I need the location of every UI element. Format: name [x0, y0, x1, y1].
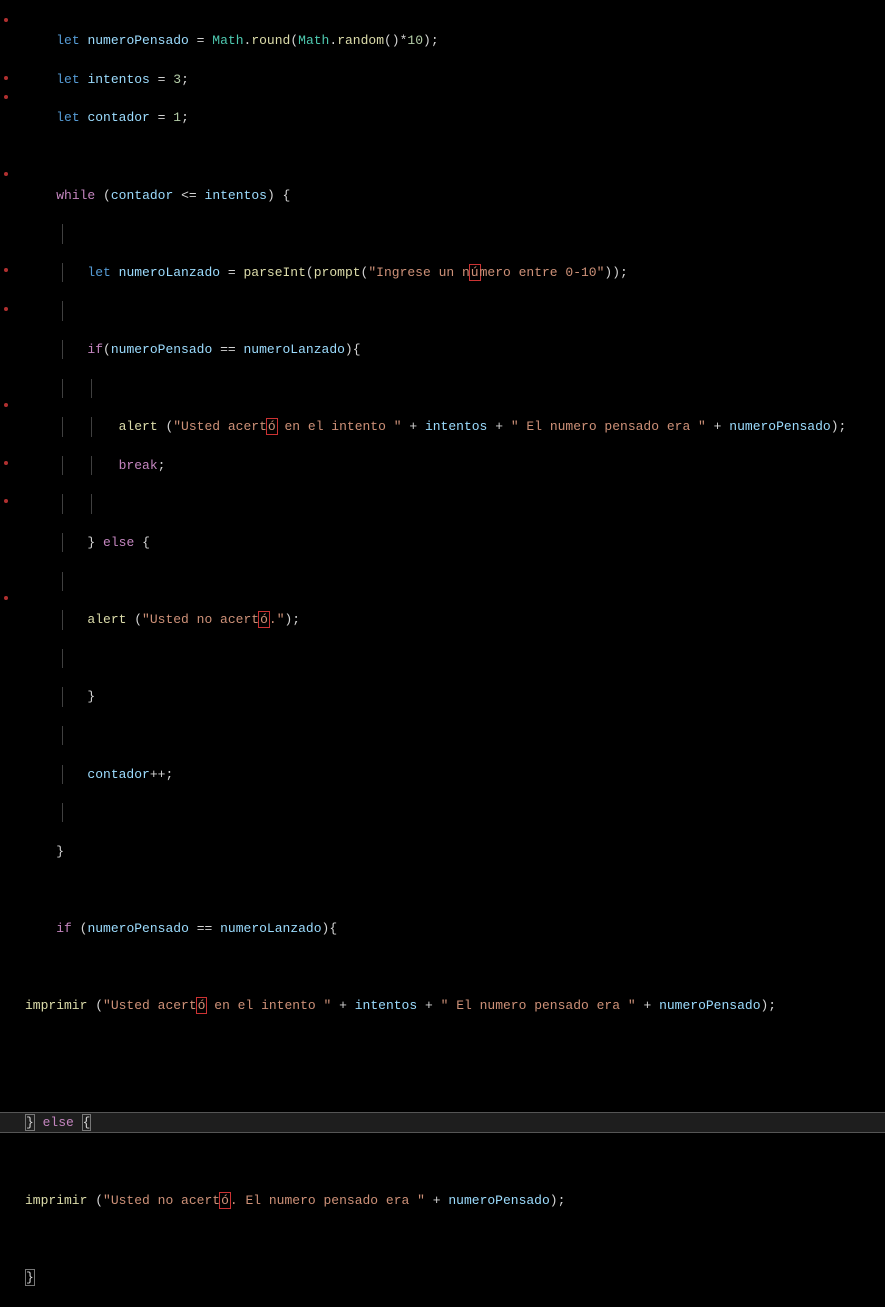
code-line: [25, 726, 885, 745]
code-line: let intentos = 3;: [25, 70, 885, 89]
code-line: alert ("Usted acertó en el intento " + i…: [25, 417, 885, 436]
code-line: let contador = 1;: [25, 108, 885, 127]
code-line: imprimir ("Usted no acertó. El numero pe…: [25, 1191, 885, 1210]
code-line: while (contador <= intentos) {: [25, 186, 885, 205]
code-line: let numeroPensado = Math.round(Math.rand…: [25, 31, 885, 50]
code-line: [25, 147, 885, 166]
current-line[interactable]: } else {: [0, 1112, 885, 1133]
code-line: contador++;: [25, 765, 885, 784]
code-line: } else {: [25, 533, 885, 552]
code-line: }: [25, 687, 885, 706]
code-line: let numeroLanzado = parseInt(prompt("Ing…: [25, 263, 885, 282]
code-line: [25, 224, 885, 243]
code-line: [25, 958, 885, 977]
code-line: [25, 803, 885, 822]
code-line: }: [25, 1268, 885, 1287]
code-line: [25, 1230, 885, 1249]
code-line: [25, 572, 885, 591]
code-line: [25, 1035, 885, 1054]
code-line: [25, 494, 885, 513]
code-line: [25, 379, 885, 398]
code-editor[interactable]: let numeroPensado = Math.round(Math.rand…: [0, 0, 885, 1307]
code-line: if (numeroPensado == numeroLanzado){: [25, 919, 885, 938]
code-line: }: [25, 842, 885, 861]
code-line: imprimir ("Usted acertó en el intento " …: [25, 996, 885, 1015]
code-line: alert ("Usted no acertó.");: [25, 610, 885, 629]
code-line: break;: [25, 456, 885, 475]
code-line: [25, 649, 885, 668]
code-line: if(numeroPensado == numeroLanzado){: [25, 340, 885, 359]
code-line: [25, 880, 885, 899]
code-line: [25, 301, 885, 320]
code-line: [25, 1073, 885, 1092]
code-line: [25, 1153, 885, 1172]
